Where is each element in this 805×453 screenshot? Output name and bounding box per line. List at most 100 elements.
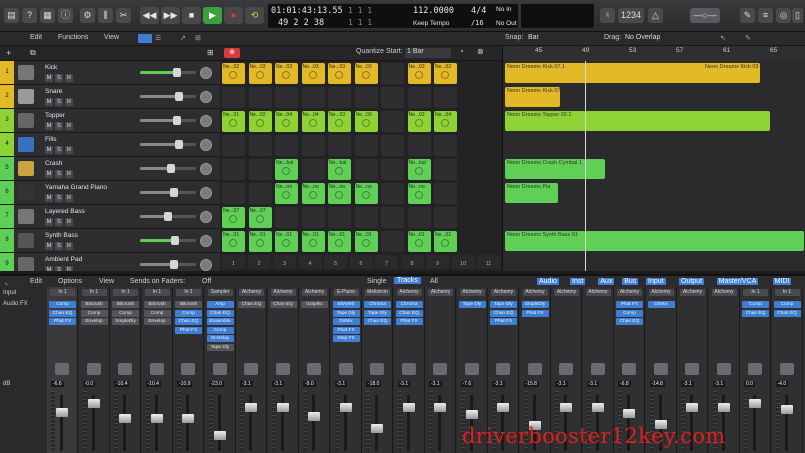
scene-trigger[interactable]: 4 [298, 255, 322, 269]
mixer-filter-aux[interactable]: Aux [598, 278, 615, 285]
empty-cell-slot[interactable] [434, 87, 457, 108]
scene-trigger[interactable]: 6 [349, 255, 373, 269]
live-loop-cell[interactable]: Ne...no [275, 183, 298, 204]
audio-fx-slot[interactable]: Phat FX [332, 326, 360, 334]
empty-cell-slot[interactable] [275, 135, 298, 156]
empty-cell-slot[interactable] [248, 135, 272, 156]
input-slot[interactable]: In 1 [743, 289, 768, 296]
track-header[interactable]: 7 Layered Bass M S R [0, 205, 220, 229]
volume-thumb[interactable] [164, 212, 172, 221]
fader-thumb[interactable] [339, 403, 352, 413]
pan-knob[interactable] [200, 115, 212, 127]
mixer-icon-small[interactable]: ⌞ [5, 278, 8, 286]
audio-fx-slot[interactable]: Chan EQ [269, 301, 297, 308]
fader-thumb[interactable] [465, 409, 478, 419]
empty-cell-slot[interactable] [328, 135, 351, 156]
input-slot[interactable]: In 1 [81, 289, 107, 296]
scene-trigger[interactable]: 11 [477, 255, 500, 269]
fader-thumb[interactable] [182, 414, 194, 424]
pan-knob[interactable] [200, 139, 212, 151]
audio-fx-slot[interactable]: Chan EQ [742, 309, 769, 317]
input-slot[interactable]: In 1 [176, 289, 201, 296]
region-topper[interactable]: Neon Dreams Topper 02.1 [505, 111, 770, 131]
record-enable-button[interactable]: R [65, 218, 73, 226]
audio-fx-slot[interactable]: Amp [206, 301, 234, 308]
audio-fx-slot[interactable]: Chan EQ [773, 309, 801, 317]
region-piano[interactable]: Neon Dreams Pia [505, 183, 558, 203]
fader-track[interactable] [312, 395, 315, 451]
fader-thumb[interactable] [623, 408, 635, 418]
live-loop-cell[interactable]: Ne...01 [301, 231, 325, 252]
live-loop-cell[interactable]: Ne...03 [354, 63, 378, 84]
volume-slider[interactable] [140, 116, 196, 125]
track-name[interactable]: Snare [45, 88, 62, 95]
live-loop-cell[interactable]: Ne...03 [275, 63, 298, 84]
input-slot[interactable]: Alchemy [554, 289, 579, 296]
record-enable-button[interactable]: R [65, 170, 73, 178]
empty-cell-slot[interactable] [301, 87, 325, 108]
track-name[interactable]: Layered Bass [45, 208, 85, 215]
record-enable-button[interactable]: R [65, 74, 73, 82]
solo-button[interactable]: S [55, 74, 63, 82]
live-loop-cell[interactable]: Ne...02 [248, 63, 272, 84]
empty-cell-slot[interactable] [381, 183, 404, 204]
mixer-filter-output[interactable]: Output [679, 278, 705, 285]
track-header[interactable]: 4 Fills M S R [0, 133, 220, 157]
mixer-filter-midi[interactable]: MIDI [772, 278, 792, 285]
audio-fx-slot[interactable]: Phat FX [616, 301, 643, 308]
empty-cell-slot[interactable] [301, 207, 325, 228]
live-loop-cell[interactable]: Ne...03 [354, 111, 378, 132]
audio-fx-slot[interactable]: Chan EQ [238, 301, 265, 308]
tracks-button[interactable]: Tracks [394, 277, 421, 284]
audio-fx-slot[interactable]: Envelop [80, 318, 108, 325]
fader-track[interactable] [375, 395, 378, 451]
fader-thumb[interactable] [560, 403, 572, 413]
notes-icon[interactable]: ✎ [740, 8, 755, 23]
inspector-icon[interactable]: ⓘ [58, 8, 73, 23]
quantize-select[interactable]: 1 Bar [405, 48, 451, 58]
scene-trigger[interactable]: 1 [222, 255, 245, 269]
pan-knob[interactable] [200, 187, 212, 199]
fader-thumb[interactable] [434, 403, 446, 413]
empty-cell-slot[interactable] [222, 135, 245, 156]
input-slot[interactable]: In 1 [113, 289, 138, 296]
audio-fx-slot[interactable]: Comp [773, 301, 801, 308]
arrange-area[interactable]: Neon Dreams Kick 07.1 Neon Dreams Kick 0… [502, 61, 805, 271]
audio-fx-slot[interactable]: Graphic [301, 301, 328, 308]
audio-fx-slot[interactable]: Tape Dly [206, 343, 234, 351]
input-slot[interactable]: Alchemy [491, 289, 516, 296]
library-icon[interactable]: ▤ [4, 8, 19, 23]
snap-select[interactable]: Bar [528, 34, 539, 41]
cycle-button[interactable]: ⟲ [245, 7, 264, 24]
audio-fx-slot[interactable]: Chan EQ [206, 309, 234, 317]
master-volume-slider[interactable]: —○— [690, 8, 720, 23]
live-loop-cell[interactable]: Ne...01 [222, 231, 245, 252]
audio-fx-slot[interactable]: Chan EQ [364, 318, 391, 325]
solo-button[interactable]: S [55, 98, 63, 106]
input-slot[interactable]: Alchemy [585, 289, 611, 296]
audio-fx-slot[interactable]: Comp [206, 326, 234, 334]
volume-thumb[interactable] [175, 92, 184, 101]
pan-knob[interactable] [200, 235, 212, 247]
solo-button[interactable]: S [55, 218, 63, 226]
cpu-meter[interactable] [520, 3, 595, 29]
solo-button[interactable]: S [55, 194, 63, 202]
audio-fx-slot[interactable]: Chan EQ [490, 309, 517, 317]
drag-select[interactable]: No Overlap [625, 34, 660, 41]
audio-fx-slot[interactable]: Bitcrush [143, 301, 171, 308]
audio-fx-slot[interactable]: Chroma [395, 301, 423, 308]
scene-trigger[interactable]: 9 [426, 255, 449, 269]
audio-fx-slot[interactable]: SmpleDly [112, 318, 139, 325]
empty-cell-slot[interactable] [381, 231, 404, 252]
input-slot[interactable]: In 1 [144, 289, 170, 296]
live-loop-cell[interactable]: Ne...03 [328, 111, 351, 132]
audio-fx-slot[interactable]: DirMix [332, 318, 360, 325]
fader-thumb[interactable] [56, 408, 68, 418]
live-loop-cell[interactable]: Ne...no [354, 183, 378, 204]
volume-slider[interactable] [140, 140, 196, 149]
volume-thumb[interactable] [175, 140, 184, 149]
empty-cell-slot[interactable] [407, 135, 431, 156]
track-header[interactable]: 2 Snare M S R [0, 85, 220, 109]
fader-thumb[interactable] [87, 399, 100, 408]
live-loop-cell[interactable]: Ne...02 [407, 63, 431, 84]
